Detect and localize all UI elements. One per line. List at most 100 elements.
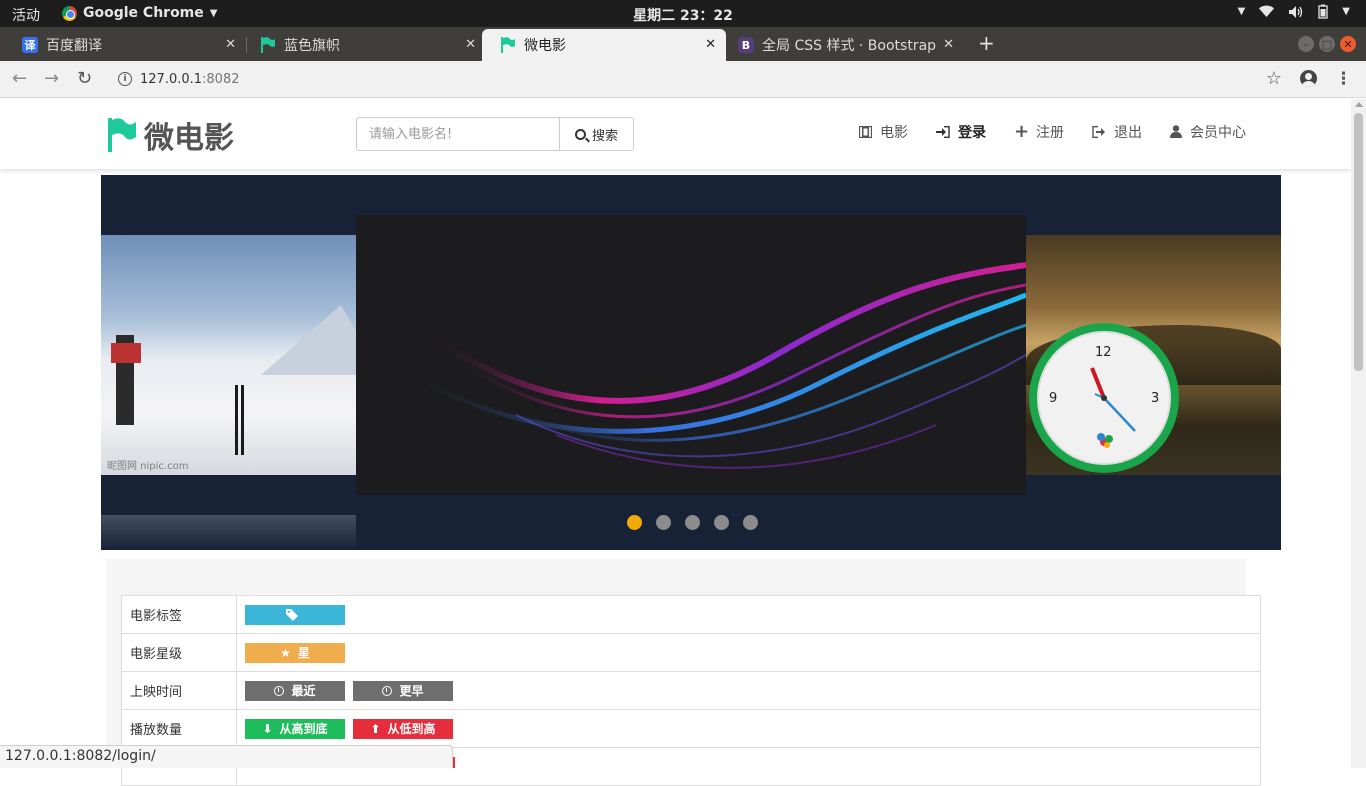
logout-icon xyxy=(1092,125,1105,138)
close-icon[interactable]: ✕ xyxy=(465,37,476,52)
scroll-up-icon[interactable] xyxy=(1355,102,1363,107)
page-scrollbar[interactable] xyxy=(1351,99,1366,768)
menu-item-member-center[interactable]: 会员中心 xyxy=(1170,121,1246,142)
search-icon xyxy=(574,128,586,140)
login-icon xyxy=(936,125,950,138)
tab-title: 蓝色旗帜 xyxy=(284,38,340,54)
menu-item-label: 电影 xyxy=(880,124,908,141)
carousel-dot-5[interactable] xyxy=(743,515,758,530)
site-menu: 电影 登录 + 注册 退出 会员中心 xyxy=(859,121,1246,142)
back-arrow-icon[interactable]: ← xyxy=(12,68,27,89)
scrollbar-thumb[interactable] xyxy=(1354,113,1363,371)
earlier-filter-label: 更早 xyxy=(399,684,424,698)
system-top-bar: 活动 Google Chrome ▼ 星期二 23：22 ▼ ▼ xyxy=(0,0,1366,27)
app-menu-label: Google Chrome xyxy=(83,5,204,21)
carousel-dot-3[interactable] xyxy=(685,515,700,530)
arrow-up-icon: ⬆ xyxy=(370,721,381,736)
low-to-high-button[interactable]: ⬆ 从低到高 xyxy=(353,718,453,739)
film-icon xyxy=(859,125,872,138)
tab-blue-flag[interactable]: 蓝色旗帜 ✕ xyxy=(242,29,486,61)
tag-icon xyxy=(285,608,298,621)
clock-icon xyxy=(274,685,285,696)
menu-item-label: 注册 xyxy=(1036,124,1064,141)
link-status-bubble: 127.0.0.1:8082/login/ xyxy=(0,745,453,768)
flag-icon xyxy=(500,37,516,53)
filter-label: 播放数量 xyxy=(121,709,237,748)
movie-search-input[interactable] xyxy=(356,117,560,151)
analog-clock-widget: 12 3 9 xyxy=(1029,323,1179,473)
search-button[interactable]: 搜索 xyxy=(560,117,634,151)
star-icon: ★ xyxy=(280,645,291,660)
system-tray[interactable]: ▼ ▼ xyxy=(1238,4,1350,19)
tab-title: 百度翻译 xyxy=(46,38,102,54)
carousel-slide-prev[interactable]: 昵图网 nipic.com xyxy=(101,235,381,475)
tab-title: 全局 CSS 样式 · Bootstrap xyxy=(762,38,937,54)
latest-filter-button[interactable]: 最近 xyxy=(245,680,345,701)
profile-avatar-icon[interactable] xyxy=(1300,70,1317,87)
bootstrap-icon: B xyxy=(738,37,754,53)
clock-hands xyxy=(1090,367,1136,448)
filter-row-release-time: 上映时间 最近 更早 xyxy=(121,671,1261,710)
plus-icon: + xyxy=(1014,121,1030,142)
menu-item-register[interactable]: + 注册 xyxy=(1014,121,1064,142)
clock-icon xyxy=(382,685,393,696)
filter-label: 电影标签 xyxy=(121,595,237,634)
user-icon xyxy=(1170,125,1182,138)
menu-item-logout[interactable]: 退出 xyxy=(1092,121,1142,142)
latest-filter-label: 最近 xyxy=(291,684,316,698)
caret-down-icon: ▼ xyxy=(1237,6,1246,17)
filter-label: 上映时间 xyxy=(121,671,237,710)
tab-strip: 译 百度翻译 ✕ 蓝色旗帜 ✕ 微电影 ✕ B 全局 CSS 样式 · Boot… xyxy=(0,27,1366,61)
brand-name: 微电影 xyxy=(144,121,234,156)
menu-item-label: 退出 xyxy=(1114,124,1142,141)
new-tab-button[interactable]: + xyxy=(978,31,995,55)
close-icon[interactable]: ✕ xyxy=(225,37,236,52)
url-port: :8082 xyxy=(202,71,240,87)
close-icon[interactable]: ✕ xyxy=(705,37,716,52)
maximize-icon[interactable]: □ xyxy=(1319,36,1335,52)
carousel-dot-2[interactable] xyxy=(656,515,671,530)
address-bar[interactable]: i 127.0.0.1:8082 xyxy=(108,65,1298,93)
site-navbar: 微电影 搜索 电影 登录 + 注册 退出 xyxy=(0,99,1351,169)
star-filter-button[interactable]: ★ 星 xyxy=(245,642,345,663)
minimize-icon[interactable]: – xyxy=(1298,36,1314,52)
clock-face: 12 3 9 xyxy=(1037,331,1171,465)
tab-bootstrap-css[interactable]: B 全局 CSS 样式 · Bootstrap ✕ xyxy=(720,29,964,61)
carousel-dot-1[interactable] xyxy=(627,515,642,530)
low-to-high-label: 从低到高 xyxy=(387,722,436,736)
tag-filter-button[interactable] xyxy=(245,604,345,625)
app-menu[interactable]: Google Chrome ▼ xyxy=(62,5,217,21)
menu-item-login[interactable]: 登录 xyxy=(936,121,986,142)
bookmark-star-icon[interactable]: ☆ xyxy=(1266,68,1282,89)
forward-arrow-icon[interactable]: → xyxy=(44,68,59,89)
flag-icon xyxy=(260,37,276,53)
carousel-dot-4[interactable] xyxy=(714,515,729,530)
tab-micro-movie[interactable]: 微电影 ✕ xyxy=(482,29,726,61)
carousel-slide-active[interactable] xyxy=(356,215,1026,495)
info-icon[interactable]: i xyxy=(118,72,132,86)
filter-row-star: 电影星级 ★ 星 xyxy=(121,633,1261,672)
filter-label: 电影星级 xyxy=(121,633,237,672)
carousel-indicators xyxy=(627,515,758,530)
menu-kebab-icon[interactable]: ⋮ xyxy=(1335,69,1352,89)
browser-toolbar: ← → ↻ i 127.0.0.1:8082 ☆ ⋮ xyxy=(0,61,1366,98)
star-filter-label: 星 xyxy=(297,646,310,660)
tab-baidu-translate[interactable]: 译 百度翻译 ✕ xyxy=(4,29,246,61)
flag-logo-icon xyxy=(108,118,136,152)
volume-icon xyxy=(1289,5,1303,18)
arrow-down-icon: ⬇ xyxy=(262,721,273,736)
wifi-icon xyxy=(1259,5,1275,17)
earlier-filter-button[interactable]: 更早 xyxy=(353,680,453,701)
site-brand[interactable]: 微电影 xyxy=(108,113,234,157)
battery-icon xyxy=(1318,4,1328,19)
close-icon[interactable]: ✕ xyxy=(943,37,954,52)
movie-search: 搜索 xyxy=(356,117,634,151)
activities-button[interactable]: 活动 xyxy=(12,5,40,25)
reload-icon[interactable]: ↻ xyxy=(77,68,92,89)
high-to-low-label: 从高到底 xyxy=(279,722,328,736)
high-to-low-button[interactable]: ⬇ 从高到底 xyxy=(245,718,345,739)
close-window-icon[interactable]: ✕ xyxy=(1340,36,1356,52)
menu-item-movies[interactable]: 电影 xyxy=(859,121,908,142)
search-button-label: 搜索 xyxy=(591,128,618,144)
translate-icon: 译 xyxy=(22,37,38,53)
